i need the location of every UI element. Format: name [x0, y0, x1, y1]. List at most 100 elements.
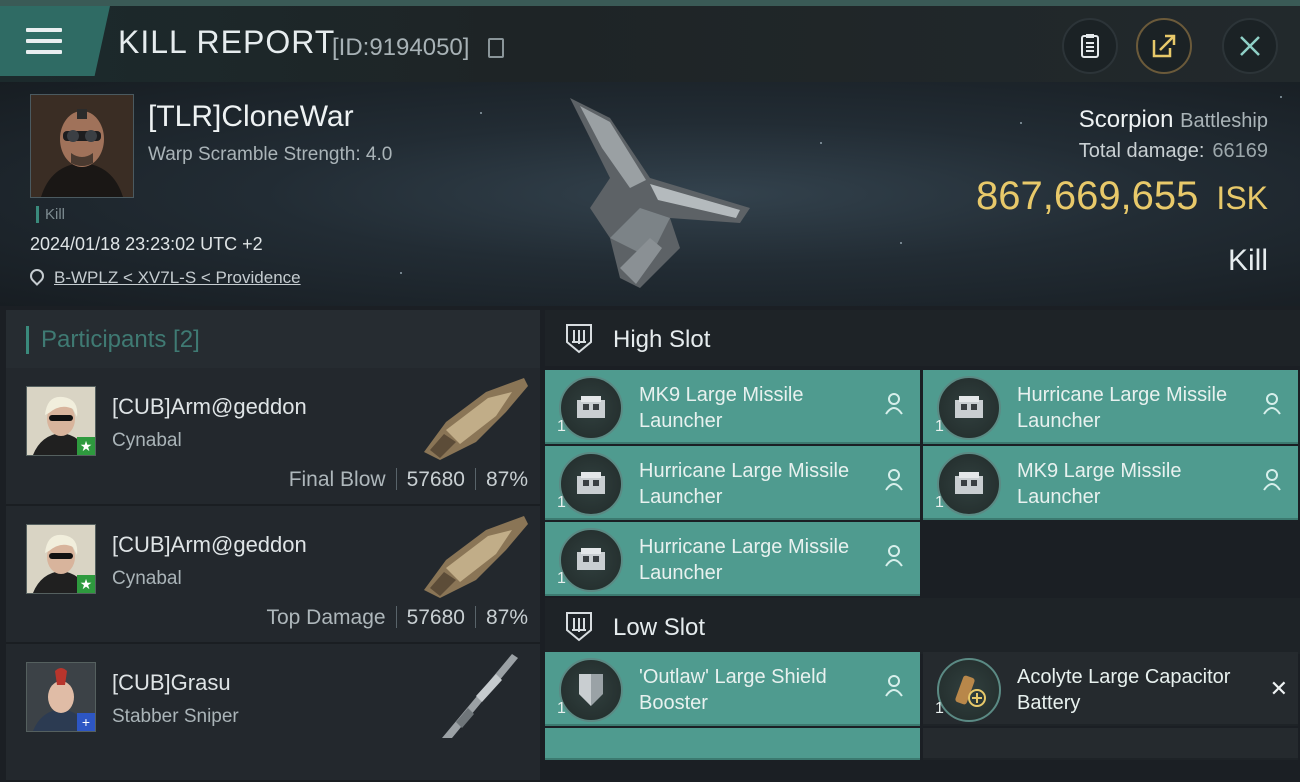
share-icon	[1152, 34, 1176, 58]
victim-ship: Scorpion Battleship	[1079, 106, 1268, 134]
participant-name: [CUB]Arm@geddon	[112, 532, 307, 557]
copy-icon[interactable]	[488, 38, 504, 58]
participant-damage: 57680	[406, 606, 465, 629]
victim-portrait[interactable]	[30, 94, 134, 198]
low-slot-header: Low Slot	[545, 598, 1300, 654]
victim-ship-image[interactable]	[550, 88, 760, 298]
item-name: MK9 Large Missile Launcher	[1017, 460, 1182, 508]
pilot-icon	[885, 675, 903, 697]
close-icon[interactable]: ✕	[1270, 676, 1288, 702]
participant-damage: 57680	[406, 468, 465, 491]
star-badge-icon: ★	[77, 575, 95, 593]
low-slot-icon	[566, 612, 592, 642]
isk-amount: 867,669,655	[975, 174, 1199, 218]
pilot-icon	[885, 545, 903, 567]
fitting-item-partial	[923, 728, 1298, 760]
item-name: 'Outlaw' Large Shield Booster	[639, 666, 827, 714]
kill-result: Kill	[1227, 244, 1268, 277]
missile-launcher-icon	[937, 376, 1001, 440]
participant-ship-image	[424, 516, 528, 598]
participant-percent: 87%	[485, 468, 528, 491]
victim-banner: [TLR]CloneWar Warp Scramble Strength: 4.…	[0, 82, 1300, 306]
participant-row[interactable]: ★ [CUB]Arm@geddon Cynabal Final Blow 5768…	[6, 368, 540, 506]
hamburger-icon	[26, 28, 62, 61]
header-bar: KILL REPORT [ID:9194050]	[0, 6, 1300, 82]
clipboard-button[interactable]	[1062, 18, 1118, 74]
fitting-item-partial	[545, 728, 920, 760]
participant-stats: Top Damage 57680 87%	[266, 606, 528, 630]
participants-label: Participants [2]	[26, 326, 200, 354]
item-quantity: 1	[557, 494, 566, 511]
fitting-item[interactable]: 1 MK9 Large Missile Launcher	[545, 370, 920, 444]
shield-booster-icon	[559, 658, 623, 722]
menu-button[interactable]	[0, 6, 110, 76]
participant-ship-image	[442, 654, 518, 738]
participant-ship: Stabber Sniper	[112, 706, 239, 727]
item-name: Hurricane Large Missile Launcher	[1017, 384, 1228, 432]
close-button[interactable]	[1222, 18, 1278, 74]
item-quantity: 1	[935, 494, 944, 511]
fitting-item[interactable]: 1 Hurricane Large Missile Launcher	[545, 522, 920, 596]
isk-unit: ISK	[1216, 180, 1268, 216]
total-damage: Total damage: 66169	[1079, 140, 1268, 163]
pilot-icon	[1263, 393, 1281, 415]
item-name: Acolyte Large Capacitor Battery	[1017, 666, 1231, 714]
participant-ship-image	[424, 378, 528, 460]
clipboard-icon	[1081, 34, 1099, 58]
report-id: [ID:9194050]	[332, 34, 470, 61]
fitting-item[interactable]: 1 Acolyte Large Capacitor Battery ✕	[923, 652, 1298, 726]
location-pin-icon	[27, 266, 47, 286]
participant-row[interactable]: + [CUB]Grasu Stabber Sniper	[6, 644, 540, 782]
fitting-panel: High Slot 1 MK9 Large Missile Launcher 1…	[545, 310, 1300, 760]
item-quantity: 1	[557, 700, 566, 717]
missile-launcher-icon	[559, 452, 623, 516]
high-slot-label: High Slot	[613, 326, 711, 353]
participant-stats: Final Blow 57680 87%	[289, 468, 528, 492]
pilot-icon	[1263, 469, 1281, 491]
pilot-icon	[885, 393, 903, 415]
ship-class: Battleship	[1180, 110, 1268, 132]
participant-role: Final Blow	[288, 468, 386, 491]
fitting-item[interactable]: 1 MK9 Large Missile Launcher	[923, 446, 1298, 520]
ship-name: Scorpion	[1078, 106, 1174, 133]
item-quantity: 1	[557, 418, 566, 435]
total-damage-label: Total damage:	[1078, 140, 1205, 162]
participant-role: Top Damage	[266, 606, 386, 629]
warp-scramble-strength: Warp Scramble Strength: 4.0	[148, 144, 393, 165]
participant-name: [CUB]Grasu	[112, 670, 231, 695]
participant-ship: Cynabal	[112, 568, 182, 589]
participants-header[interactable]: Participants [2]	[6, 310, 540, 368]
missile-launcher-icon	[559, 376, 623, 440]
participant-avatar: ★	[26, 524, 96, 594]
high-slot-icon	[566, 324, 592, 354]
item-quantity: 1	[935, 418, 944, 435]
share-button[interactable]	[1136, 18, 1192, 74]
participant-ship: Cynabal	[112, 430, 182, 451]
item-quantity: 1	[935, 700, 944, 717]
item-name: MK9 Large Missile Launcher	[639, 384, 804, 432]
fitting-item[interactable]: 1 'Outlaw' Large Shield Booster	[545, 652, 920, 726]
plus-badge-icon: +	[77, 713, 95, 731]
victim-name[interactable]: [TLR]CloneWar	[148, 100, 354, 134]
fitting-item[interactable]: 1 Hurricane Large Missile Launcher	[923, 370, 1298, 444]
participant-avatar: +	[26, 662, 96, 732]
participant-row[interactable]: ★ [CUB]Arm@geddon Cynabal Top Damage 5768…	[6, 506, 540, 644]
fitting-item[interactable]: 1 Hurricane Large Missile Launcher	[545, 446, 920, 520]
kill-tag: Kill	[36, 206, 65, 223]
location-link[interactable]: B-WPLZ < XV7L-S < Providence	[54, 268, 301, 287]
item-name: Hurricane Large Missile Launcher	[639, 536, 850, 584]
close-icon	[1240, 36, 1260, 56]
missile-launcher-icon	[559, 528, 623, 592]
missile-launcher-icon	[937, 452, 1001, 516]
low-slot-label: Low Slot	[613, 614, 706, 641]
page-title: KILL REPORT	[118, 24, 336, 60]
item-name: Hurricane Large Missile Launcher	[639, 460, 850, 508]
isk-value: 867,669,655 ISK	[976, 174, 1268, 219]
kill-location[interactable]: B-WPLZ < XV7L-S < Providence	[27, 266, 301, 288]
pilot-icon	[885, 469, 903, 491]
participant-name: [CUB]Arm@geddon	[112, 394, 307, 419]
star-badge-icon: ★	[77, 437, 95, 455]
participant-percent: 87%	[485, 606, 528, 629]
high-slot-header: High Slot	[545, 310, 1300, 366]
participant-avatar: ★	[26, 386, 96, 456]
